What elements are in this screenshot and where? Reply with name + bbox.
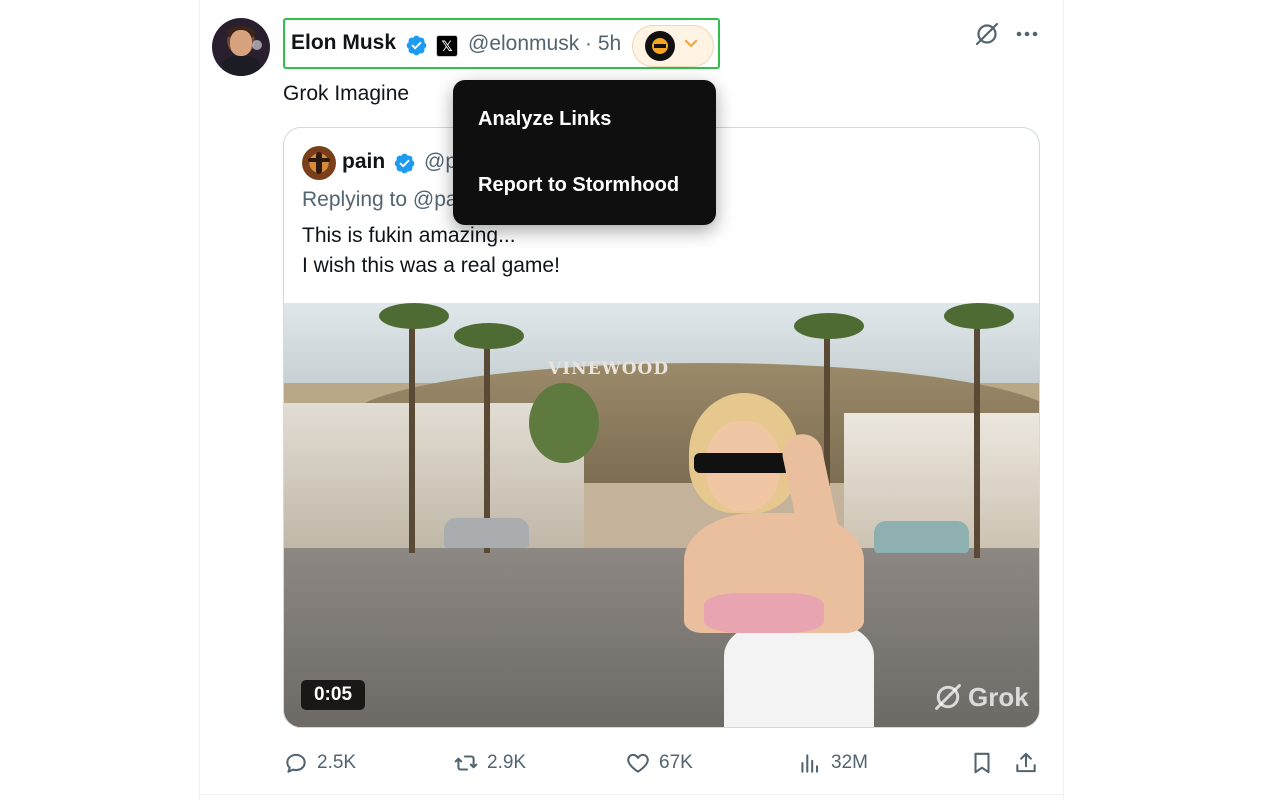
quoted-author-name[interactable]: pain: [342, 150, 385, 174]
post-divider: [199, 794, 1064, 795]
quoted-text-line: I wish this was a real game!: [302, 254, 560, 277]
bookmark-icon: [974, 752, 990, 774]
share-button[interactable]: [1013, 748, 1039, 778]
views-count: 32M: [831, 752, 868, 773]
grok-icon: [935, 684, 961, 710]
share-icon: [1016, 752, 1036, 773]
reply-icon: [286, 753, 306, 773]
column-border-left: [199, 0, 200, 800]
author-handle-time[interactable]: @elonmusk · 5h: [468, 32, 621, 56]
x-affiliation-badge[interactable]: 𝕏: [436, 35, 458, 57]
quoted-video[interactable]: VINEWOOD: [284, 303, 1039, 727]
reply-button[interactable]: 2.5K: [283, 748, 356, 778]
extension-dropdown-menu: Analyze Links Report to Stormhood: [453, 80, 716, 225]
post-text: Grok Imagine: [283, 82, 410, 105]
bookmark-button[interactable]: [969, 748, 995, 778]
grok-icon[interactable]: [973, 20, 1001, 48]
heart-icon: [627, 753, 649, 773]
views-icon: [801, 754, 819, 773]
vinewood-sign: VINEWOOD: [548, 359, 670, 379]
menu-item-report-to-stormhood[interactable]: Report to Stormhood: [478, 174, 679, 197]
video-subject: [644, 393, 894, 727]
author-avatar[interactable]: [212, 18, 270, 76]
quoted-text-line: This is fukin amazing...: [302, 224, 516, 247]
column-border-right: [1063, 0, 1064, 800]
video-duration: 0:05: [301, 680, 365, 710]
chevron-down-icon[interactable]: [682, 34, 700, 52]
more-options-icon[interactable]: [1013, 22, 1041, 46]
repost-count: 2.9K: [487, 752, 527, 773]
like-count: 67K: [659, 752, 693, 773]
views-button[interactable]: 32M: [797, 748, 868, 778]
menu-item-analyze-links[interactable]: Analyze Links: [478, 108, 611, 131]
author-name[interactable]: Elon Musk: [291, 31, 396, 55]
verified-badge-icon: [394, 153, 415, 174]
grok-watermark: Grok: [932, 680, 1029, 714]
quoted-author-avatar[interactable]: [302, 146, 336, 180]
watermark-label: Grok: [968, 681, 1029, 712]
quoted-replying-to[interactable]: Replying to @pa: [302, 188, 458, 212]
like-button[interactable]: 67K: [625, 748, 693, 778]
stormhood-extension-icon[interactable]: [645, 31, 675, 61]
repost-icon: [454, 755, 478, 771]
reply-count: 2.5K: [317, 752, 357, 773]
verified-badge-icon[interactable]: [405, 34, 428, 57]
repost-button[interactable]: 2.9K: [453, 748, 526, 778]
